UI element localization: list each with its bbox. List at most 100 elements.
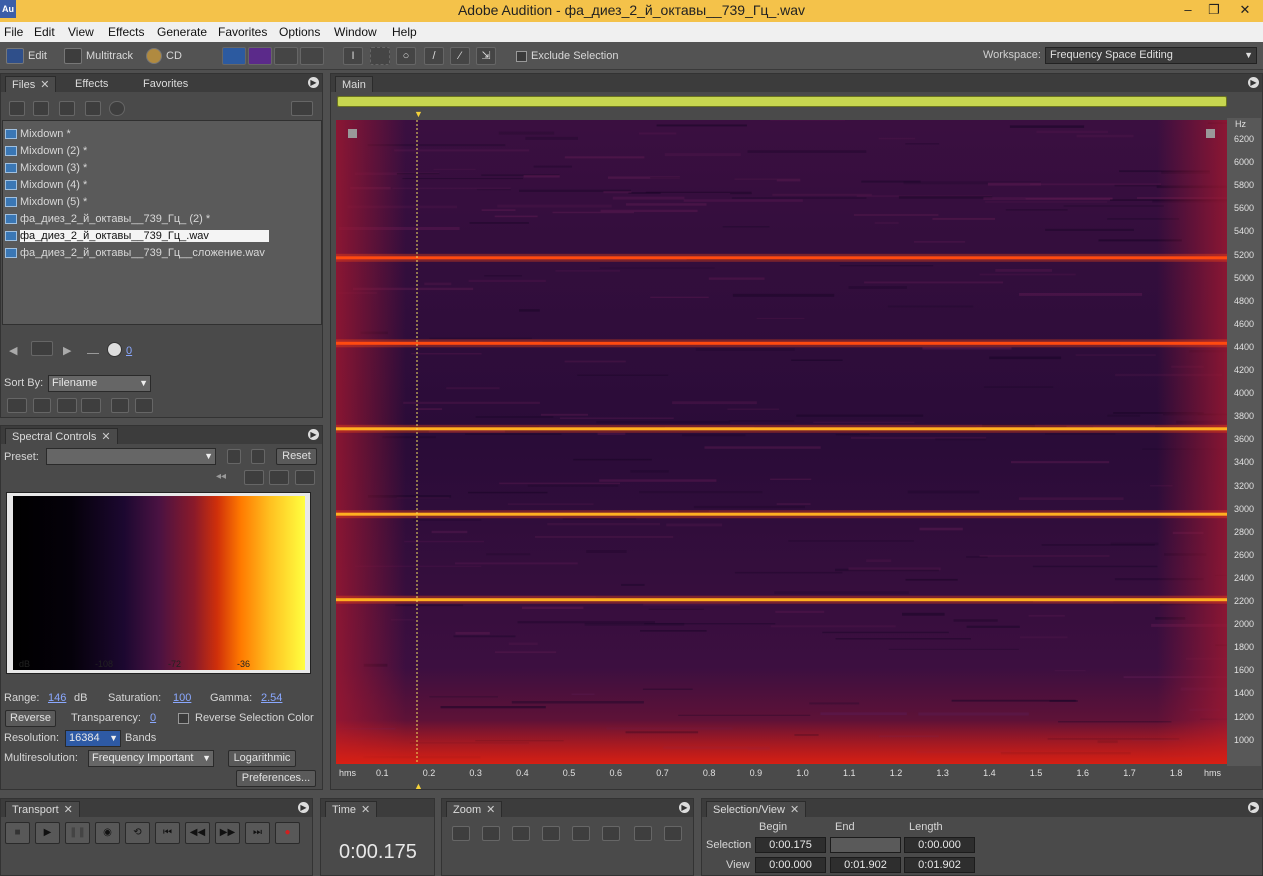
selection-begin-field[interactable]: 0:00.175	[755, 837, 826, 853]
menu-help[interactable]: Help	[392, 25, 417, 39]
lasso-tool-icon[interactable]: ○	[396, 47, 416, 65]
pause-button[interactable]: ❚❚	[65, 822, 90, 844]
list-item[interactable]: Mixdown (2) *	[5, 143, 87, 159]
preset-dropdown[interactable]: ▼	[46, 448, 216, 465]
zoom-in-right-icon[interactable]	[602, 826, 620, 841]
zoom-out-vertical-icon[interactable]	[664, 826, 682, 841]
volume-value[interactable]: 0	[126, 345, 132, 357]
list-item[interactable]: фа_диез_2_й_октавы__739_Гц__сложение.wav	[5, 245, 265, 261]
logarithmic-button[interactable]: Logarithmic	[228, 750, 296, 767]
show-audio-icon[interactable]	[7, 398, 27, 413]
save-preset-icon[interactable]	[227, 449, 241, 464]
minimize-button[interactable]: –	[1175, 0, 1201, 20]
marquee-selection-tool-icon[interactable]	[370, 47, 390, 65]
delete-preset-icon[interactable]	[251, 449, 265, 464]
open-file-icon[interactable]	[9, 101, 25, 116]
zoom-corner-right-icon[interactable]	[1206, 129, 1215, 138]
time-selection-tool-icon[interactable]: I	[343, 47, 363, 65]
file-list[interactable]: Mixdown * Mixdown (2) * Mixdown (3) * Mi…	[2, 120, 322, 325]
cd-view-button[interactable]: CD	[146, 47, 182, 65]
go-to-end-button[interactable]: ⏭	[245, 822, 270, 844]
multitrack-view-button[interactable]: Multitrack	[64, 47, 133, 65]
zoom-to-selection-icon[interactable]	[542, 826, 560, 841]
stop-button[interactable]: ■	[5, 822, 30, 844]
menu-window[interactable]: Window	[334, 25, 377, 39]
list-item-selected[interactable]: фа_диез_2_й_октавы__739_Гц_.wav	[5, 228, 269, 244]
volume-knob[interactable]	[107, 342, 122, 357]
spectral-display-button[interactable]	[248, 47, 272, 65]
show-midi-icon[interactable]	[81, 398, 101, 413]
panel-menu-icon[interactable]: ▶	[1248, 802, 1259, 813]
zoom-in-amplitude-icon[interactable]	[452, 826, 470, 841]
tab-main[interactable]: Main	[335, 76, 373, 92]
view-length-field[interactable]: 0:01.902	[904, 857, 975, 873]
close-icon[interactable]: ✕	[101, 431, 110, 443]
list-item[interactable]: Mixdown (5) *	[5, 194, 87, 210]
spot-healing-brush-icon[interactable]: ⁄	[450, 47, 470, 65]
playhead-marker-icon[interactable]: ▼	[414, 109, 423, 119]
selection-end-field[interactable]	[830, 837, 901, 853]
effects-paintbrush-icon[interactable]: /	[424, 47, 444, 65]
tab-spectral-controls[interactable]: Spectral Controls ✕	[5, 428, 118, 444]
tab-zoom[interactable]: Zoom ✕	[446, 801, 503, 817]
zoom-corner-left-icon[interactable]	[348, 129, 357, 138]
panel-menu-icon[interactable]: ▶	[679, 802, 690, 813]
tab-transport[interactable]: Transport ✕	[5, 801, 80, 817]
spectral-phase-display-button[interactable]	[300, 47, 324, 65]
menu-view[interactable]: View	[68, 25, 94, 39]
panel-menu-icon[interactable]: ▶	[1248, 77, 1259, 88]
resolution-dropdown[interactable]: 16384 ▼	[65, 730, 121, 747]
list-item[interactable]: Mixdown (4) *	[5, 177, 87, 193]
panel-menu-icon[interactable]: ▶	[308, 429, 319, 440]
play-preview-icon[interactable]: ▶	[63, 344, 71, 357]
selection-length-field[interactable]: 0:00.000	[904, 837, 975, 853]
show-cue-icon[interactable]	[135, 398, 153, 413]
panel-menu-icon[interactable]: ▶	[308, 77, 319, 88]
record-button[interactable]: ●	[275, 822, 300, 844]
close-file-icon[interactable]	[33, 101, 49, 116]
play-looped-button[interactable]: ⟲	[125, 822, 150, 844]
zoom-out-amplitude-icon[interactable]	[482, 826, 500, 841]
menu-favorites[interactable]: Favorites	[218, 25, 267, 39]
insert-cd-icon[interactable]	[85, 101, 101, 116]
saturation-value[interactable]: 100	[173, 692, 191, 704]
view-end-field[interactable]: 0:01.902	[830, 857, 901, 873]
scrub-tool-icon[interactable]: ⇲	[476, 47, 496, 65]
zoom-in-vertical-icon[interactable]	[634, 826, 652, 841]
menu-effects[interactable]: Effects	[108, 25, 144, 39]
close-icon[interactable]: ✕	[40, 79, 49, 91]
edit-view-button[interactable]: Edit	[6, 47, 47, 65]
waveform-display-button[interactable]	[222, 47, 246, 65]
tab-effects[interactable]: Effects	[69, 76, 114, 92]
close-button[interactable]: ✕	[1227, 0, 1263, 20]
eyedropper-minus-icon[interactable]	[295, 470, 315, 485]
list-item[interactable]: Mixdown (3) *	[5, 160, 87, 176]
frequency-ruler[interactable]: Hz 6200 6000 5800 5600 5400 5200 5000 4800 4600 4…	[1227, 118, 1261, 766]
loop-icon[interactable]	[31, 341, 53, 356]
eyedropper-arrow-icon[interactable]: ◂◂	[216, 471, 226, 482]
preferences-button[interactable]: Preferences...	[236, 770, 316, 787]
tab-time[interactable]: Time ✕	[325, 801, 378, 817]
show-options-icon[interactable]	[291, 101, 313, 116]
reset-button[interactable]: Reset	[276, 448, 317, 465]
spectral-display[interactable]	[336, 120, 1227, 764]
close-icon[interactable]: ✕	[790, 804, 799, 816]
play-button[interactable]: ▶	[35, 822, 60, 844]
maximize-button[interactable]: ❐	[1201, 0, 1227, 20]
spectral-pan-display-button[interactable]	[274, 47, 298, 65]
tab-selection-view[interactable]: Selection/View ✕	[706, 801, 807, 817]
view-begin-field[interactable]: 0:00.000	[755, 857, 826, 873]
time-ruler[interactable]: hms hms 0.1 0.2 0.3 0.4 0.5 0.6 0.7 0.8 0.9 1.0 1.…	[336, 765, 1227, 783]
playhead-bottom-marker-icon[interactable]: ▲	[414, 781, 423, 791]
eyedropper-plus-icon[interactable]	[269, 470, 289, 485]
overview-bar[interactable]	[337, 96, 1227, 107]
menu-edit[interactable]: Edit	[34, 25, 55, 39]
list-item[interactable]: фа_диез_2_й_октавы__739_Гц_ (2) *	[5, 211, 210, 227]
menu-file[interactable]: File	[4, 25, 23, 39]
zoom-out-full-icon[interactable]	[512, 826, 530, 841]
rewind-button[interactable]: ◀◀	[185, 822, 210, 844]
show-video-icon[interactable]	[57, 398, 77, 413]
panel-menu-icon[interactable]: ▶	[298, 802, 309, 813]
tab-files[interactable]: Files ✕	[5, 76, 57, 92]
edit-file-icon[interactable]	[109, 101, 125, 116]
